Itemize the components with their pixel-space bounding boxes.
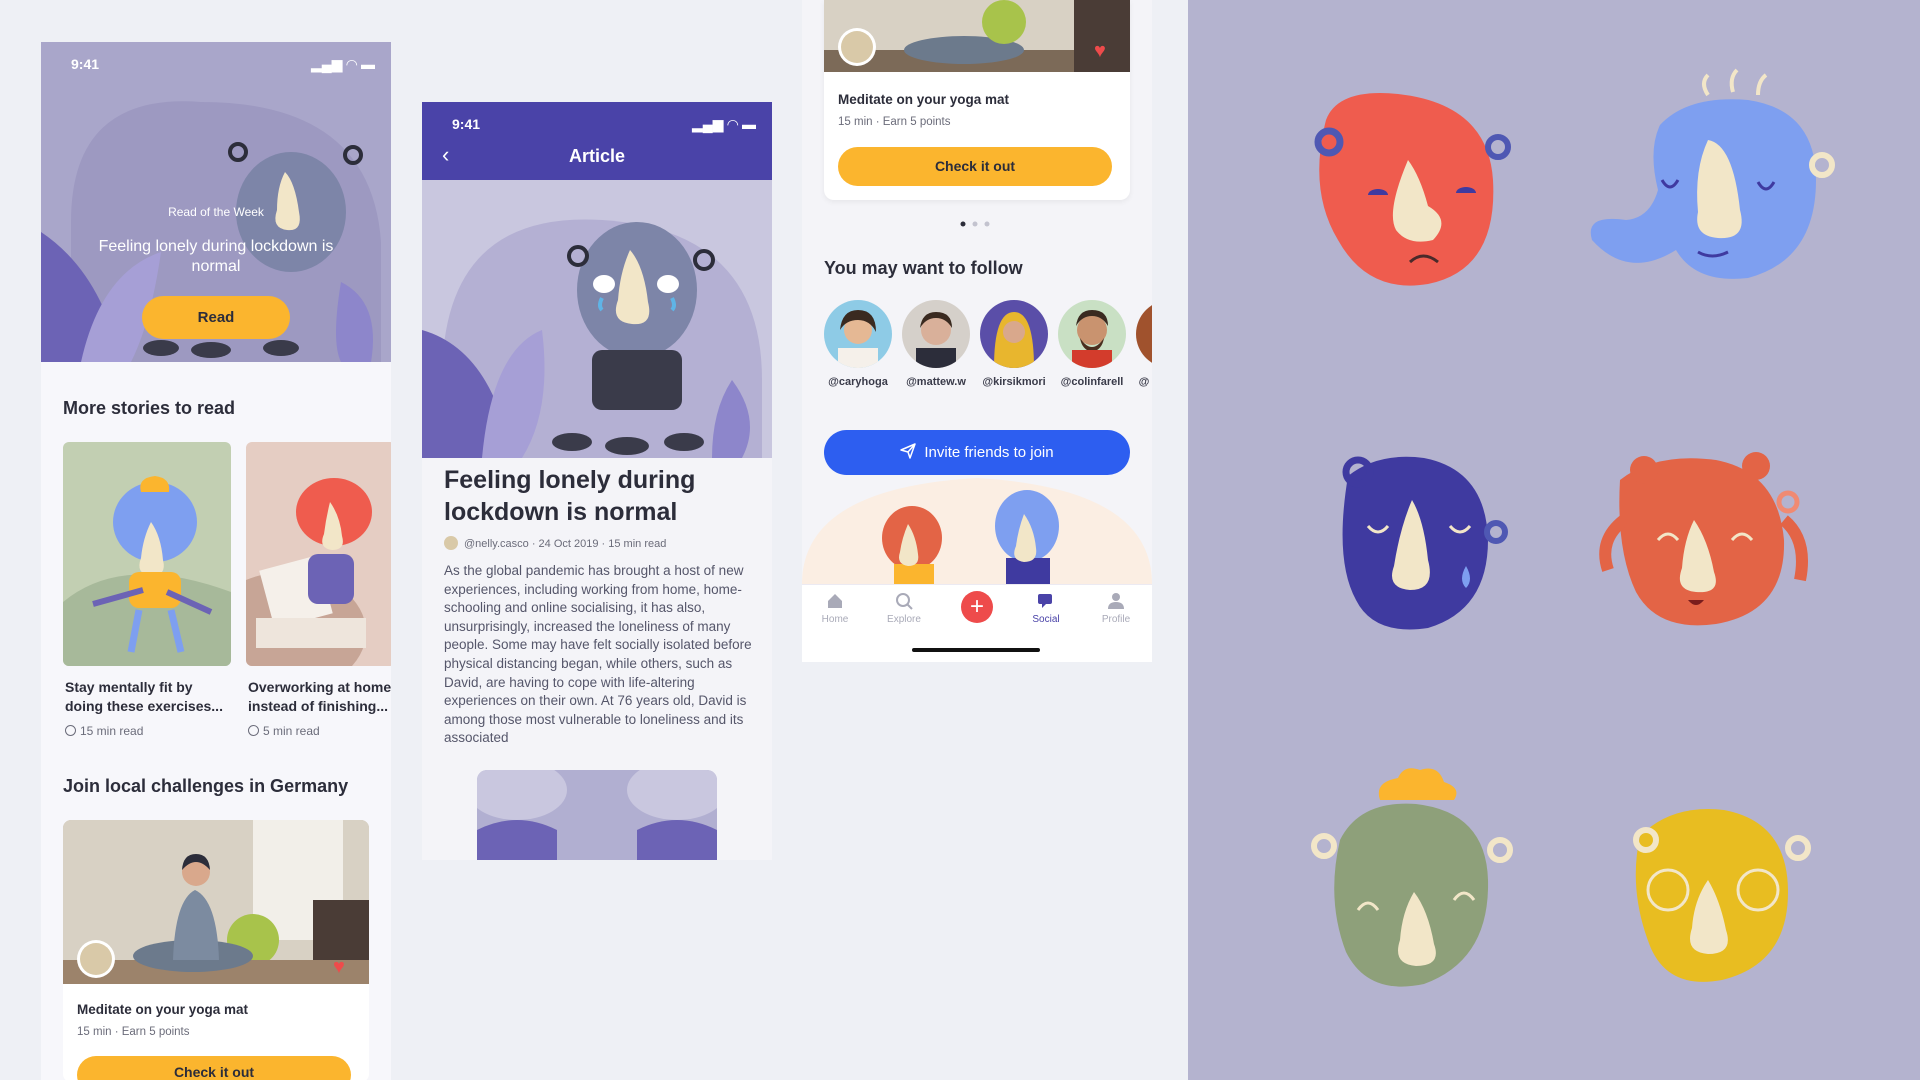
challenge-title: Meditate on your yoga mat [77, 1002, 249, 1017]
plus-icon: + [961, 591, 993, 623]
challenge-meta: 15 min · Earn 5 points [838, 116, 951, 128]
avatar[interactable] [1058, 300, 1126, 368]
avatar[interactable] [902, 300, 970, 368]
follow-handle: @kirsikmori [982, 376, 1046, 388]
story-title-2[interactable]: Overworking at home instead of finishing… [248, 678, 391, 716]
follow-handle: @mattew.w [906, 376, 966, 388]
check-it-out-button[interactable]: Check it out [77, 1056, 351, 1080]
yellow-face-illustration [1633, 809, 1811, 982]
read-of-week-hero: 9:41 ▂▄▆ ◠ ▬ Read of the Week Feeling lo… [41, 42, 391, 362]
avatar[interactable] [838, 28, 876, 66]
challenge-meta: 15 min · Earn 5 points [77, 1026, 190, 1038]
follow-heading: You may want to follow [824, 258, 1023, 278]
heart-icon[interactable]: ♥ [333, 956, 345, 979]
story-meta-2: 5 min read [248, 724, 320, 738]
clock-icon [248, 725, 259, 736]
social-screen: ♥ Meditate on your yoga mat 15 min · Ear… [802, 0, 1152, 662]
blue-character-illustration [63, 476, 231, 666]
check-it-out-button[interactable]: Check it out [838, 147, 1112, 186]
blue-face-illustration [1590, 68, 1835, 279]
tab-home[interactable]: Home [805, 591, 865, 625]
carousel-dots[interactable] [960, 214, 1000, 227]
navy-crying-face-illustration [1342, 456, 1508, 630]
article-illustration [422, 219, 762, 458]
home-icon [805, 591, 865, 611]
avatar[interactable] [444, 536, 458, 550]
status-time: 9:41 [71, 56, 100, 72]
chat-icon [1016, 591, 1076, 611]
follow-suggestion[interactable]: @colinfarell [1058, 300, 1126, 388]
article-nav-bar: 9:41 ▂▄▆ ◠ ▬ ‹ Article [422, 102, 772, 180]
follow-handle: @colinfarell [1060, 376, 1124, 388]
social-footer-illustration [802, 478, 1152, 584]
challenge-card[interactable]: ♥ Meditate on your yoga mat 15 min · Ear… [63, 820, 369, 1080]
tab-profile[interactable]: Profile [1086, 591, 1146, 625]
article-screen: 9:41 ▂▄▆ ◠ ▬ ‹ Article Feeling lonely du… [422, 102, 772, 860]
paper-plane-icon [900, 430, 917, 475]
story-title-1[interactable]: Stay mentally fit by doing these exercis… [65, 678, 230, 716]
read-button[interactable]: Read [142, 296, 290, 339]
article-body: As the global pandemic has brought a hos… [444, 563, 752, 746]
green-face-illustration [1311, 768, 1513, 987]
status-bar: 9:41 ▂▄▆ ◠ ▬ [41, 42, 391, 82]
avatar[interactable] [980, 300, 1048, 368]
invite-friends-button[interactable]: Invite friends to join [824, 430, 1130, 475]
heart-icon[interactable]: ♥ [1094, 40, 1106, 63]
profile-icon [1086, 591, 1146, 611]
follow-suggestion[interactable]: @kirsikmori [980, 300, 1048, 388]
status-time: 9:41 [452, 116, 481, 132]
article-inline-illustration [477, 770, 717, 860]
avatar[interactable] [77, 940, 115, 978]
story-card-image-1[interactable] [63, 442, 231, 666]
follow-suggestion[interactable]: @caryhoga [824, 300, 892, 388]
follow-suggestion[interactable]: @mattew.w [902, 300, 970, 388]
tab-explore[interactable]: Explore [874, 591, 934, 625]
red-face-illustration [1314, 93, 1511, 286]
status-icons: ▂▄▆ ◠ ▬ [692, 116, 756, 132]
challenge-title: Meditate on your yoga mat [838, 92, 1010, 107]
article-meta: @nelly.casco · 24 Oct 2019 · 15 min read [444, 536, 666, 550]
challenge-card[interactable]: ♥ Meditate on your yoga mat 15 min · Ear… [824, 0, 1130, 200]
character-faces-illustration [1311, 68, 1835, 987]
nav-title: Article [568, 146, 626, 166]
orange-bear-face-illustration [1599, 452, 1808, 626]
story-meta-1: 15 min read [65, 724, 143, 738]
follow-suggestion[interactable]: @ [1136, 300, 1152, 388]
avatar[interactable] [1136, 300, 1152, 368]
home-screen: 9:41 ▂▄▆ ◠ ▬ Read of the Week Feeling lo… [41, 42, 391, 1080]
status-bar: 9:41 ▂▄▆ ◠ ▬ [422, 102, 772, 142]
tab-social[interactable]: Social [1016, 591, 1076, 625]
story-card-image-2[interactable] [246, 442, 391, 666]
home-indicator [912, 648, 1040, 652]
article-title: Feeling lonely during lockdown is normal [444, 466, 696, 526]
red-character-illustration [246, 478, 372, 666]
character-gallery [1188, 0, 1920, 1080]
tab-create[interactable]: + [947, 591, 1007, 623]
hero-kicker: Read of the Week [168, 205, 264, 219]
avatar[interactable] [824, 300, 892, 368]
clock-icon [65, 725, 76, 736]
search-icon [874, 591, 934, 611]
hero-title: Feeling lonely during lockdown is normal [98, 238, 334, 275]
challenges-heading: Join local challenges in Germany [63, 776, 349, 796]
more-stories-heading: More stories to read [63, 398, 236, 418]
follow-handle: @caryhoga [828, 376, 888, 388]
article-hero [422, 180, 772, 458]
status-icons: ▂▄▆ ◠ ▬ [311, 56, 375, 72]
follow-handle: @ [1138, 376, 1150, 388]
